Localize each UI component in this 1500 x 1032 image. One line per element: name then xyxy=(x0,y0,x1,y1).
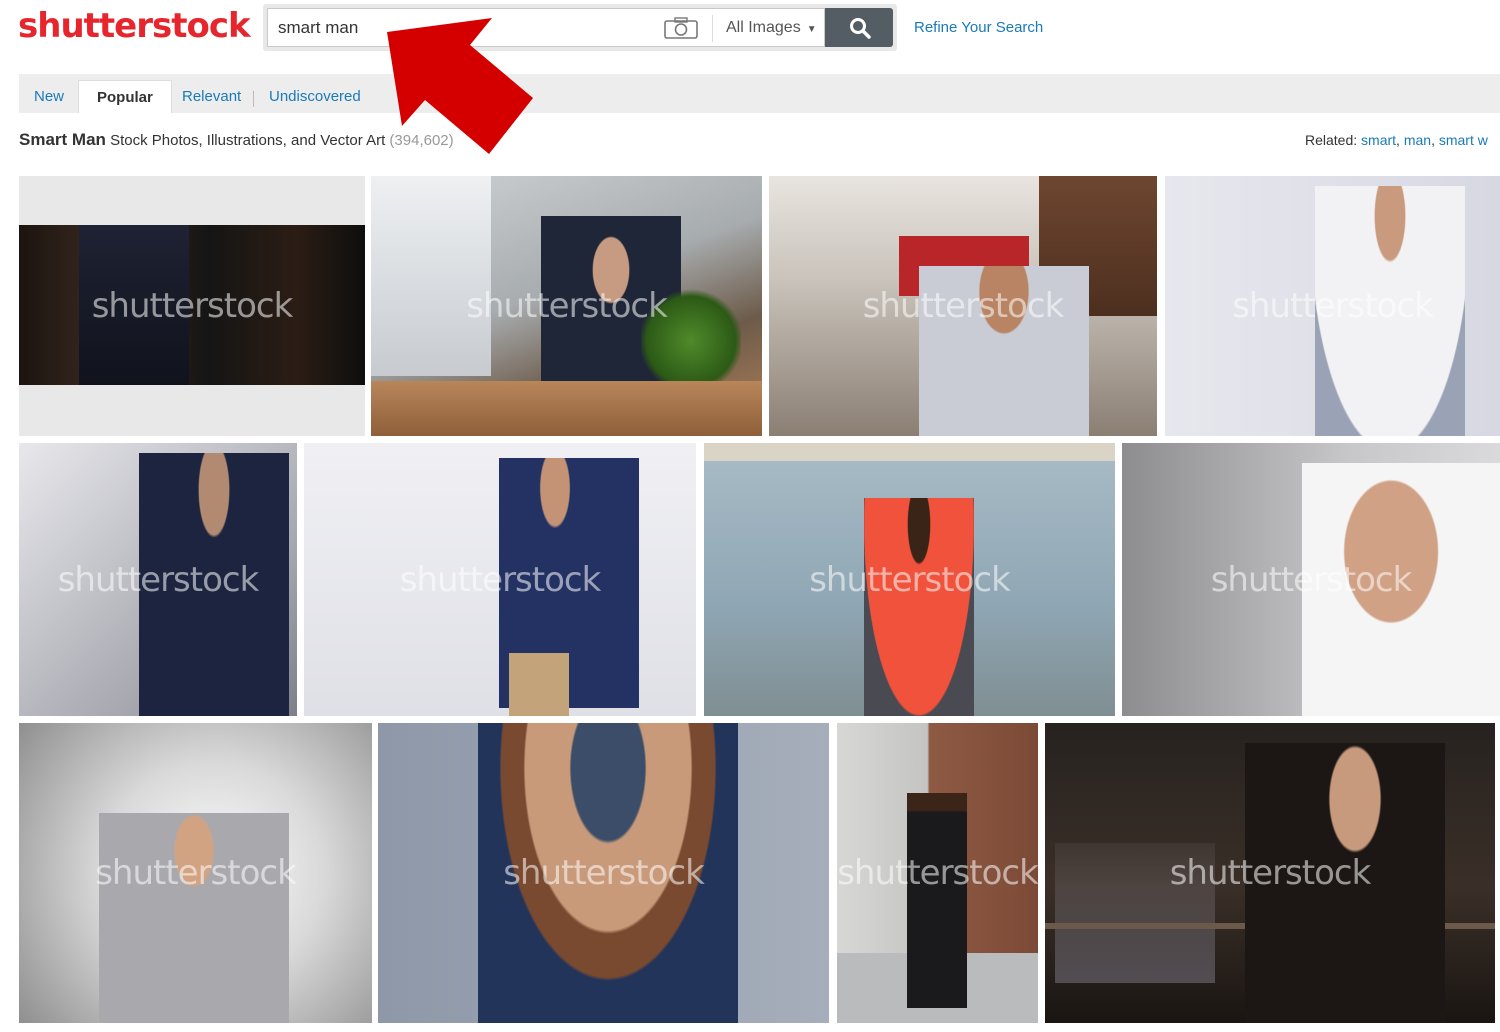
photo-result[interactable]: shutterstock xyxy=(1045,723,1495,1023)
results-count: (394,602) xyxy=(389,132,454,149)
search-button[interactable] xyxy=(825,8,893,47)
photo-result[interactable]: shutterstock xyxy=(1122,443,1500,716)
results-subtitle: Stock Photos, Illustrations, and Vector … xyxy=(110,132,386,149)
tab-popular[interactable]: Popular xyxy=(78,80,172,113)
photo-result[interactable]: shutterstock xyxy=(769,176,1157,436)
refine-search-link[interactable]: Refine Your Search xyxy=(914,19,1043,36)
results-heading: Smart Man Stock Photos, Illustrations, a… xyxy=(19,130,454,150)
search-divider xyxy=(712,15,713,42)
shutterstock-logo[interactable]: shutterstock xyxy=(18,6,251,46)
image-type-label: All Images xyxy=(726,19,801,36)
caret-down-icon: ▼ xyxy=(806,24,817,35)
tab-undiscovered[interactable]: Undiscovered xyxy=(269,74,361,113)
photo-result[interactable]: shutterstock xyxy=(837,723,1038,1023)
related-searches: Related: smart, man, smart w xyxy=(1305,132,1488,148)
photo-result[interactable]: shutterstock xyxy=(378,723,829,1023)
search-input[interactable] xyxy=(278,17,658,39)
photo-result[interactable]: shutterstock xyxy=(304,443,696,716)
tab-new[interactable]: New xyxy=(34,74,64,113)
photo-result[interactable]: shutterstock xyxy=(704,443,1115,716)
related-link-smart-w[interactable]: smart w xyxy=(1439,132,1488,148)
photo-result[interactable]: shutterstock xyxy=(19,723,372,1023)
image-type-select[interactable]: All Images ▼ xyxy=(726,19,817,37)
results-query: Smart Man xyxy=(19,130,106,149)
camera-icon[interactable] xyxy=(664,17,698,39)
related-link-smart[interactable]: smart xyxy=(1361,132,1396,148)
related-label: Related: xyxy=(1305,132,1358,148)
search-bar: All Images ▼ xyxy=(263,4,897,51)
photo-result[interactable]: shutterstock xyxy=(19,443,297,716)
sort-tabs: New Popular Relevant Undiscovered xyxy=(19,74,1500,113)
tab-relevant[interactable]: Relevant xyxy=(182,74,241,113)
photo-result[interactable]: shutterstock xyxy=(19,176,365,436)
photo-result[interactable]: shutterstock xyxy=(1165,176,1500,436)
photo-result[interactable]: shutterstock xyxy=(371,176,762,436)
search-icon xyxy=(850,18,871,39)
related-link-man[interactable]: man xyxy=(1404,132,1431,148)
tab-separator xyxy=(253,91,254,107)
search-box: All Images ▼ xyxy=(267,8,825,47)
